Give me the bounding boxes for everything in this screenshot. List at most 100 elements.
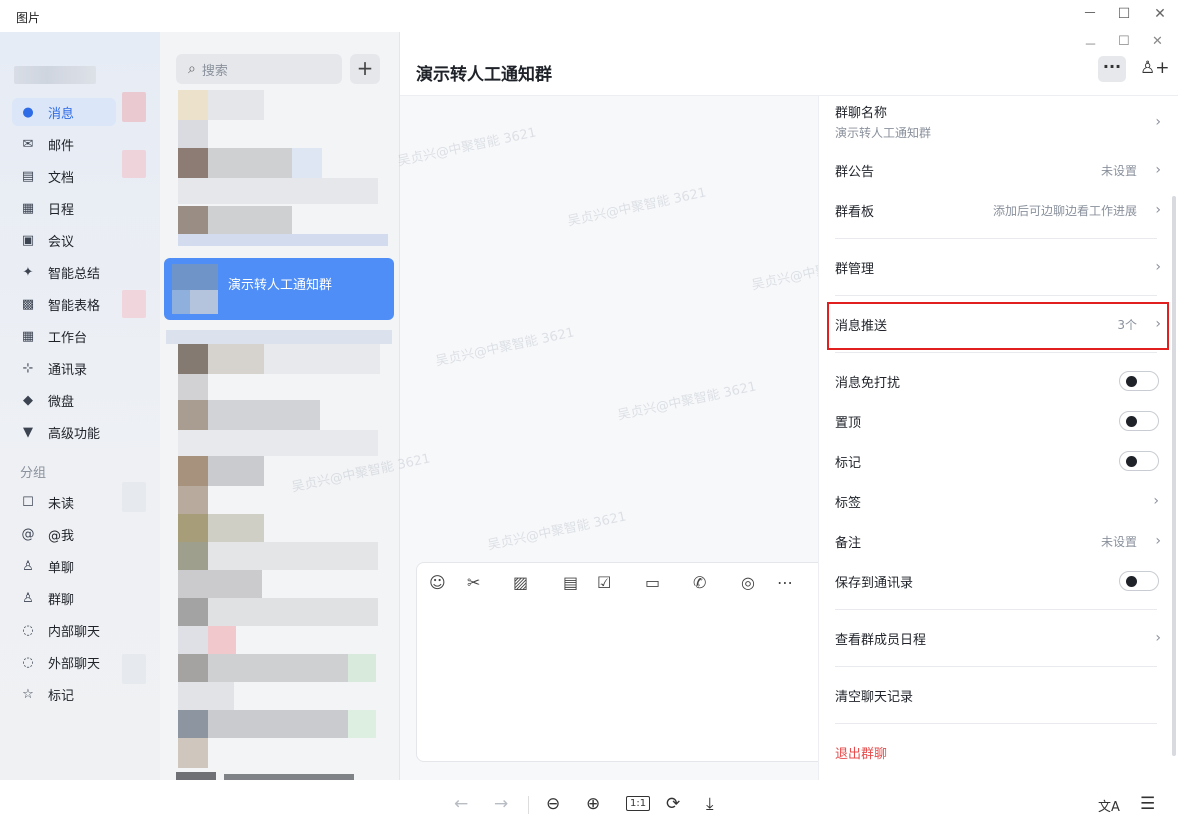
nav-item-label: 微盘 xyxy=(48,394,75,410)
nav-item-calendar[interactable]: ▦ 日程 xyxy=(12,194,116,222)
group-item-external[interactable]: ◌ 外部聊天 xyxy=(12,648,116,676)
blurred-text xyxy=(208,710,348,738)
grid-icon: ▦ xyxy=(21,328,35,344)
translate-icon[interactable]: 文A xyxy=(1098,796,1120,815)
blurred-text xyxy=(208,344,264,374)
announcement-row[interactable]: 群公告 未设置 › xyxy=(835,150,1165,190)
blurred-avatar xyxy=(178,148,208,178)
nav-item-mail[interactable]: ✉ 邮件 xyxy=(12,130,116,158)
actual-size-button[interactable]: 1:1 xyxy=(626,796,651,811)
clear-history-row[interactable]: 清空聊天记录 xyxy=(835,675,1165,715)
panel-scrollbar[interactable] xyxy=(1172,196,1176,756)
remark-row[interactable]: 备注 未设置 › xyxy=(835,521,1165,561)
folder-icon[interactable]: ▭ xyxy=(645,573,660,592)
group-item-mentions[interactable]: @ @我 xyxy=(12,520,116,548)
nav-item-label: 消息 xyxy=(48,106,75,122)
blurred-avatar xyxy=(178,456,208,486)
emoji-icon[interactable]: ☺ xyxy=(429,573,446,592)
nav-item-smart-sheet[interactable]: ▩ 智能表格 xyxy=(12,290,116,318)
chat-bubble-icon: ● xyxy=(22,104,34,120)
nav-item-drive[interactable]: ◆ 微盘 xyxy=(12,386,116,414)
member-schedule-row[interactable]: 查看群成员日程 › xyxy=(835,618,1165,658)
viewer-toolbar: ← → ⊖ ⊕ 1:1 ⟳ ⤓ 文A ☰ xyxy=(0,780,1178,828)
people-icon: ♙ xyxy=(22,590,34,606)
nav-item-docs[interactable]: ▤ 文档 xyxy=(12,162,116,190)
blurred-avatar xyxy=(178,598,208,626)
more-tools-icon[interactable]: ⋯ xyxy=(777,573,793,592)
nav-item-meeting[interactable]: ▣ 会议 xyxy=(12,226,116,254)
save-contacts-toggle[interactable] xyxy=(1119,571,1159,591)
pin-toggle[interactable] xyxy=(1119,411,1159,431)
blurred-avatar xyxy=(178,542,208,570)
quit-group-label: 退出群聊 xyxy=(835,746,888,762)
conversation-pane: 演示转人工通知群 － ☐ ✕ ··· ♙+ 吴贞兴@中聚智能 3621 吴贞兴@… xyxy=(290,32,1178,780)
announcement-value: 未设置 xyxy=(1100,163,1137,178)
maximize-icon[interactable]: ☐ xyxy=(1112,4,1136,24)
blurred-avatar xyxy=(178,206,208,234)
blurred-text xyxy=(292,148,322,178)
inner-maximize-icon[interactable]: ☐ xyxy=(1118,34,1130,49)
nav-item-ai-summary[interactable]: ✦ 智能总结 xyxy=(12,258,116,286)
blurred-text xyxy=(208,626,236,654)
phone-icon[interactable]: ✆ xyxy=(693,573,706,592)
message-composer[interactable]: ☺ ✂ ▨ ▤ ☑ ▭ ✆ ◎ ⋯ xyxy=(416,562,846,762)
chevron-right-icon: › xyxy=(1155,114,1161,130)
chevron-right-icon: › xyxy=(1155,202,1161,218)
add-button[interactable]: + xyxy=(350,54,380,84)
group-item-internal[interactable]: ◌ 内部聊天 xyxy=(12,616,116,644)
previous-image-icon[interactable]: ← xyxy=(454,794,468,814)
board-row[interactable]: 群看板 添加后可边聊边看工作进展 › xyxy=(835,190,1165,230)
document-icon: ▤ xyxy=(21,168,35,184)
blurred-text xyxy=(166,330,392,344)
chevron-right-icon: › xyxy=(1155,533,1161,549)
group-item-unread[interactable]: ☐ 未读 xyxy=(12,488,116,516)
group-item-group-chat[interactable]: ♙ 群聊 xyxy=(12,584,116,612)
blurred-avatar xyxy=(178,344,208,374)
screenshot-icon[interactable]: ✂ xyxy=(467,573,480,592)
text-recognition-icon[interactable]: ☰ xyxy=(1140,794,1155,814)
blurred-text xyxy=(178,178,378,204)
nav-item-advanced[interactable]: ▼ 高级功能 xyxy=(12,418,116,446)
zoom-out-icon[interactable]: ⊖ xyxy=(546,794,560,814)
download-icon[interactable]: ⤓ xyxy=(706,794,714,814)
nav-item-label: 智能总结 xyxy=(48,266,101,282)
sparkle-icon: ✦ xyxy=(22,264,34,280)
nav-item-workbench[interactable]: ▦ 工作台 xyxy=(12,322,116,350)
nav-item-contacts[interactable]: ⊹ 通讯录 xyxy=(12,354,116,382)
note-icon[interactable]: ▤ xyxy=(563,573,578,592)
mute-row: 消息免打扰 xyxy=(835,361,1165,401)
mark-toggle[interactable] xyxy=(1119,451,1159,471)
image-icon[interactable]: ▨ xyxy=(513,573,528,592)
group-item-marked[interactable]: ☆ 标记 xyxy=(12,680,116,708)
mute-label: 消息免打扰 xyxy=(835,375,901,391)
blurred-avatar xyxy=(178,120,208,148)
mute-toggle[interactable] xyxy=(1119,371,1159,391)
blurred-text xyxy=(348,710,376,738)
divider xyxy=(835,295,1157,296)
more-options-button[interactable]: ··· xyxy=(1098,56,1126,82)
tags-row[interactable]: 标签 › xyxy=(835,481,1165,521)
quit-group-row[interactable]: 退出群聊 xyxy=(835,732,1165,772)
chevron-right-icon: › xyxy=(1155,162,1161,178)
nav-item-messages[interactable]: ● 消息 xyxy=(12,98,116,126)
inner-minimize-icon[interactable]: － xyxy=(1084,34,1097,53)
chat-item-active[interactable]: 演示转人工通知群 xyxy=(164,258,394,320)
blurred-text xyxy=(348,654,376,682)
task-icon[interactable]: ☑ xyxy=(597,573,611,592)
manage-row[interactable]: 群管理 › xyxy=(835,247,1165,287)
board-value: 添加后可边聊边看工作进展 xyxy=(992,203,1137,218)
divider xyxy=(835,666,1157,667)
minimize-icon[interactable]: － xyxy=(1078,4,1102,24)
rotate-icon[interactable]: ⟳ xyxy=(666,794,680,814)
external-chat-icon: ◌ xyxy=(22,654,34,670)
search-input[interactable]: ⌕ 搜索 xyxy=(176,54,342,84)
close-icon[interactable]: ✕ xyxy=(1148,4,1172,24)
blurred-avatar xyxy=(178,374,208,400)
inner-close-icon[interactable]: ✕ xyxy=(1152,34,1163,49)
add-member-icon[interactable]: ♙+ xyxy=(1140,58,1169,78)
group-item-single-chat[interactable]: ♙ 单聊 xyxy=(12,552,116,580)
next-image-icon[interactable]: → xyxy=(494,794,508,814)
zoom-in-icon[interactable]: ⊕ xyxy=(586,794,600,814)
location-icon[interactable]: ◎ xyxy=(741,573,755,592)
group-name-row[interactable]: 群聊名称 演示转人工通知群 › xyxy=(835,102,1165,152)
